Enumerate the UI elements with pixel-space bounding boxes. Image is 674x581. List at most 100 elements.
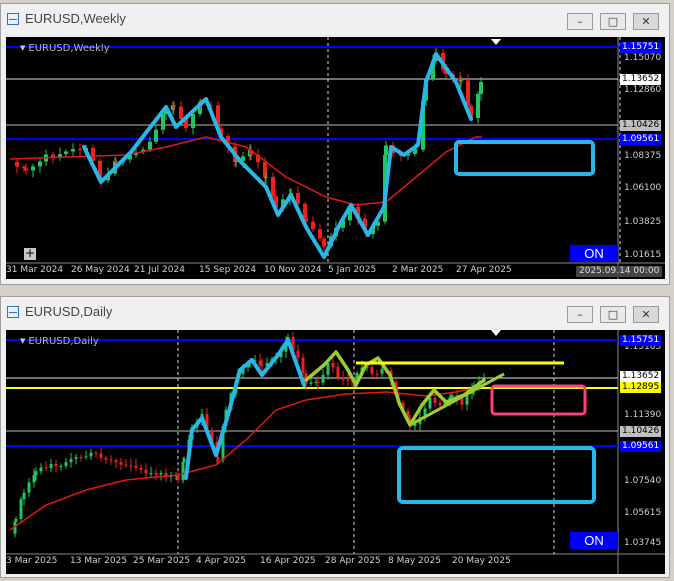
candle-body xyxy=(129,465,133,467)
price-axis-label: 1.08375 xyxy=(624,151,662,161)
candle-body xyxy=(69,458,73,463)
price-axis-label: 1.03745 xyxy=(624,538,662,548)
candle-body xyxy=(154,473,158,475)
candle-body xyxy=(296,192,300,204)
daily-window-title: EURUSD,Daily xyxy=(25,304,113,319)
candle-body xyxy=(336,367,340,378)
minimize-button[interactable]: – xyxy=(567,306,593,323)
time-axis-label: 25 Mar 2025 xyxy=(133,556,191,566)
candle-body xyxy=(433,397,437,403)
price-axis-label: 1.03825 xyxy=(624,217,662,227)
candle-body xyxy=(450,395,454,398)
price-axis-label: 1.12860 xyxy=(624,85,662,95)
candle-body xyxy=(258,360,262,365)
candle-body xyxy=(15,161,19,167)
chart-window-icon xyxy=(7,13,19,25)
time-axis-label: 4 Apr 2025 xyxy=(196,556,246,566)
candle-body xyxy=(380,368,384,374)
candle-body xyxy=(19,499,23,519)
time-axis-label: 16 Apr 2025 xyxy=(260,556,316,566)
resistance-price-tag: 1.15751 xyxy=(620,335,662,346)
candle-body xyxy=(384,145,388,155)
time-axis-label: 8 May 2025 xyxy=(388,556,441,566)
time-axis-label: 27 Apr 2025 xyxy=(456,265,512,275)
weekly-chart-area[interactable]: EURUSD,Weekly ON + 2025.09.14 00:00 1.15… xyxy=(6,37,665,279)
weekly-on-button[interactable]: ON xyxy=(570,245,618,262)
candle-body xyxy=(14,518,18,522)
daily-on-button[interactable]: ON xyxy=(570,532,618,549)
candle-body xyxy=(71,148,75,152)
time-axis-label: 26 May 2024 xyxy=(71,265,130,275)
candle-body xyxy=(375,373,379,375)
candle-body xyxy=(414,149,418,151)
candle-body xyxy=(74,457,78,459)
maximize-button[interactable]: □ xyxy=(600,13,626,30)
candle-body xyxy=(182,458,186,463)
candle-body xyxy=(38,161,42,167)
time-axis-label: 13 Mar 2025 xyxy=(70,556,128,566)
minimize-button[interactable]: – xyxy=(567,13,593,30)
candle-body xyxy=(428,397,432,409)
candle-body xyxy=(309,382,313,384)
candle-body xyxy=(321,374,325,383)
time-axis-label: 2 Mar 2025 xyxy=(392,265,444,275)
candle-body xyxy=(79,457,83,459)
candle-body xyxy=(104,457,108,460)
candle-body xyxy=(24,168,28,171)
weekly-titlebar[interactable]: EURUSD,Weekly – □ ✕ xyxy=(1,4,669,34)
daily-chart-svg xyxy=(6,330,665,574)
time-axis-label: 21 Jul 2024 xyxy=(134,265,185,275)
level-price-tag: 1.10426 xyxy=(620,120,662,131)
candle-body xyxy=(264,176,268,178)
time-axis-label: 28 Apr 2025 xyxy=(325,556,381,566)
daily-titlebar[interactable]: EURUSD,Daily – □ ✕ xyxy=(1,297,669,327)
chart-shift-icon xyxy=(491,39,501,45)
candle-body xyxy=(34,471,38,476)
candle-body xyxy=(459,80,463,82)
candle-body xyxy=(22,166,26,169)
price-axis-label: 1.06100 xyxy=(624,183,662,193)
candle-body xyxy=(78,148,82,151)
time-axis-label: 3 Mar 2025 xyxy=(6,556,58,566)
candle-body xyxy=(301,357,305,374)
candle-body xyxy=(148,141,152,150)
candle-body xyxy=(119,462,123,465)
candle-body xyxy=(318,229,322,239)
candle-body xyxy=(326,363,330,375)
price-axis-label: 1.15070 xyxy=(624,53,662,63)
maximize-button[interactable]: □ xyxy=(600,306,626,323)
candle-body xyxy=(124,464,128,466)
candle-body xyxy=(271,176,275,197)
swing-drawing-path xyxy=(184,338,306,480)
candle-body xyxy=(479,82,483,94)
candle-body xyxy=(89,452,93,457)
candle-body xyxy=(172,105,176,107)
price-axis-label: 1.11390 xyxy=(624,410,662,420)
candle-body xyxy=(154,129,158,142)
weekly-date-tag: 2025.09.14 00:00 xyxy=(576,266,663,277)
chart-shift-icon xyxy=(491,330,501,336)
resistance-price-tag: 1.15751 xyxy=(620,42,662,53)
candle-body xyxy=(322,238,326,247)
candle-body xyxy=(114,460,118,463)
candle-body xyxy=(179,106,183,119)
target-zone-rectangle xyxy=(454,140,595,176)
yellow-level-tag: 1.12895 xyxy=(620,382,662,393)
close-button[interactable]: ✕ xyxy=(633,306,659,323)
candle-body xyxy=(84,456,88,458)
daily-chart-area[interactable]: EURUSD,Daily ON 1.151851.113901.075401.0… xyxy=(6,330,665,574)
daily-symbol-label: EURUSD,Daily xyxy=(20,336,98,347)
candle-body xyxy=(31,166,35,171)
close-button[interactable]: ✕ xyxy=(633,13,659,30)
candle-body xyxy=(94,452,98,454)
time-axis-label: 31 Mar 2024 xyxy=(6,265,64,275)
candle-body xyxy=(159,473,163,475)
candle-body xyxy=(64,462,68,467)
candle-body xyxy=(64,151,68,155)
weekly-plus-icon[interactable]: + xyxy=(24,247,36,260)
candle-body xyxy=(438,402,442,406)
candle-body xyxy=(466,80,470,106)
target-zone-rectangle xyxy=(397,446,596,504)
candle-body xyxy=(370,367,374,374)
candle-body xyxy=(134,465,138,468)
